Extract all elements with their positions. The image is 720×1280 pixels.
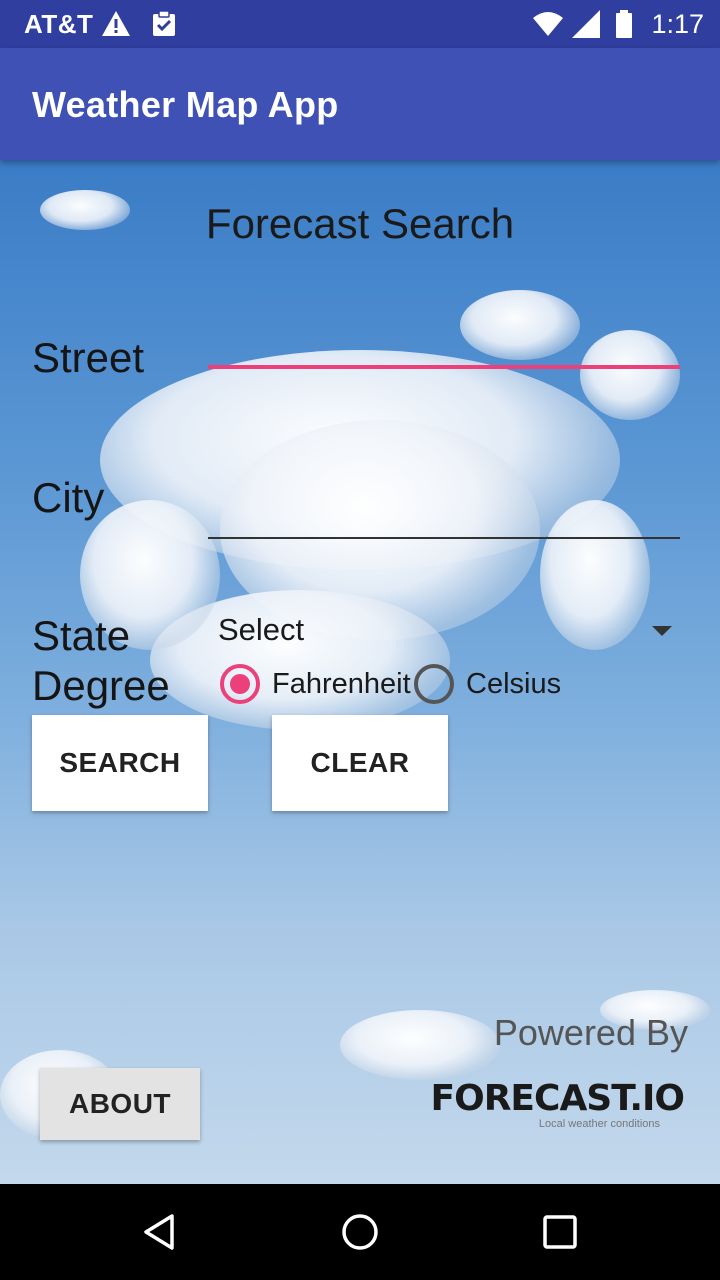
- city-label: City: [32, 474, 105, 521]
- radio-button-checked-icon: [220, 664, 260, 704]
- street-label: Street: [32, 334, 145, 381]
- street-input[interactable]: [208, 306, 680, 366]
- clock: 1:17: [651, 9, 704, 39]
- recents-icon[interactable]: [540, 1212, 580, 1252]
- clear-button[interactable]: CLEAR: [272, 715, 448, 811]
- state-label: State: [32, 612, 131, 659]
- radio-button-unchecked-icon: [414, 664, 454, 704]
- navigation-bar: [0, 1184, 720, 1280]
- city-underline: [208, 537, 680, 539]
- warning-icon: [102, 11, 130, 36]
- page-title: Forecast Search: [205, 200, 515, 247]
- about-button[interactable]: ABOUT: [40, 1068, 200, 1140]
- radio-celsius[interactable]: Celsius: [414, 660, 561, 708]
- battery-icon: [616, 10, 632, 38]
- clipboard-check-icon: [153, 10, 175, 36]
- state-dropdown[interactable]: Select: [208, 604, 680, 660]
- state-selected-value: Select: [218, 612, 305, 647]
- radio-label: Fahrenheit: [272, 667, 411, 700]
- forecast-io-logo: FORECAST.IO: [430, 1078, 685, 1119]
- app-title: Weather Map App: [32, 84, 339, 125]
- back-icon[interactable]: [140, 1212, 180, 1252]
- logo-tagline: Local weather conditions: [538, 1118, 660, 1130]
- cloud-decoration: [340, 1010, 500, 1080]
- search-button[interactable]: SEARCH: [32, 715, 208, 811]
- powered-by-text: Powered By: [493, 1012, 688, 1053]
- status-bar: AT&T 1:17: [0, 0, 720, 48]
- main-content: Forecast Search Street City State Select…: [0, 160, 720, 1184]
- street-underline: [208, 365, 680, 369]
- home-icon[interactable]: [340, 1212, 380, 1252]
- degree-label: Degree: [32, 662, 170, 709]
- wifi-icon: [533, 12, 563, 36]
- city-input[interactable]: [208, 476, 680, 536]
- radio-fahrenheit[interactable]: Fahrenheit: [220, 660, 411, 708]
- app-bar: Weather Map App: [0, 48, 720, 160]
- signal-icon: [572, 10, 600, 38]
- dropdown-arrow-icon: [652, 626, 672, 636]
- radio-label: Celsius: [466, 667, 562, 700]
- carrier-name: AT&T: [24, 9, 94, 39]
